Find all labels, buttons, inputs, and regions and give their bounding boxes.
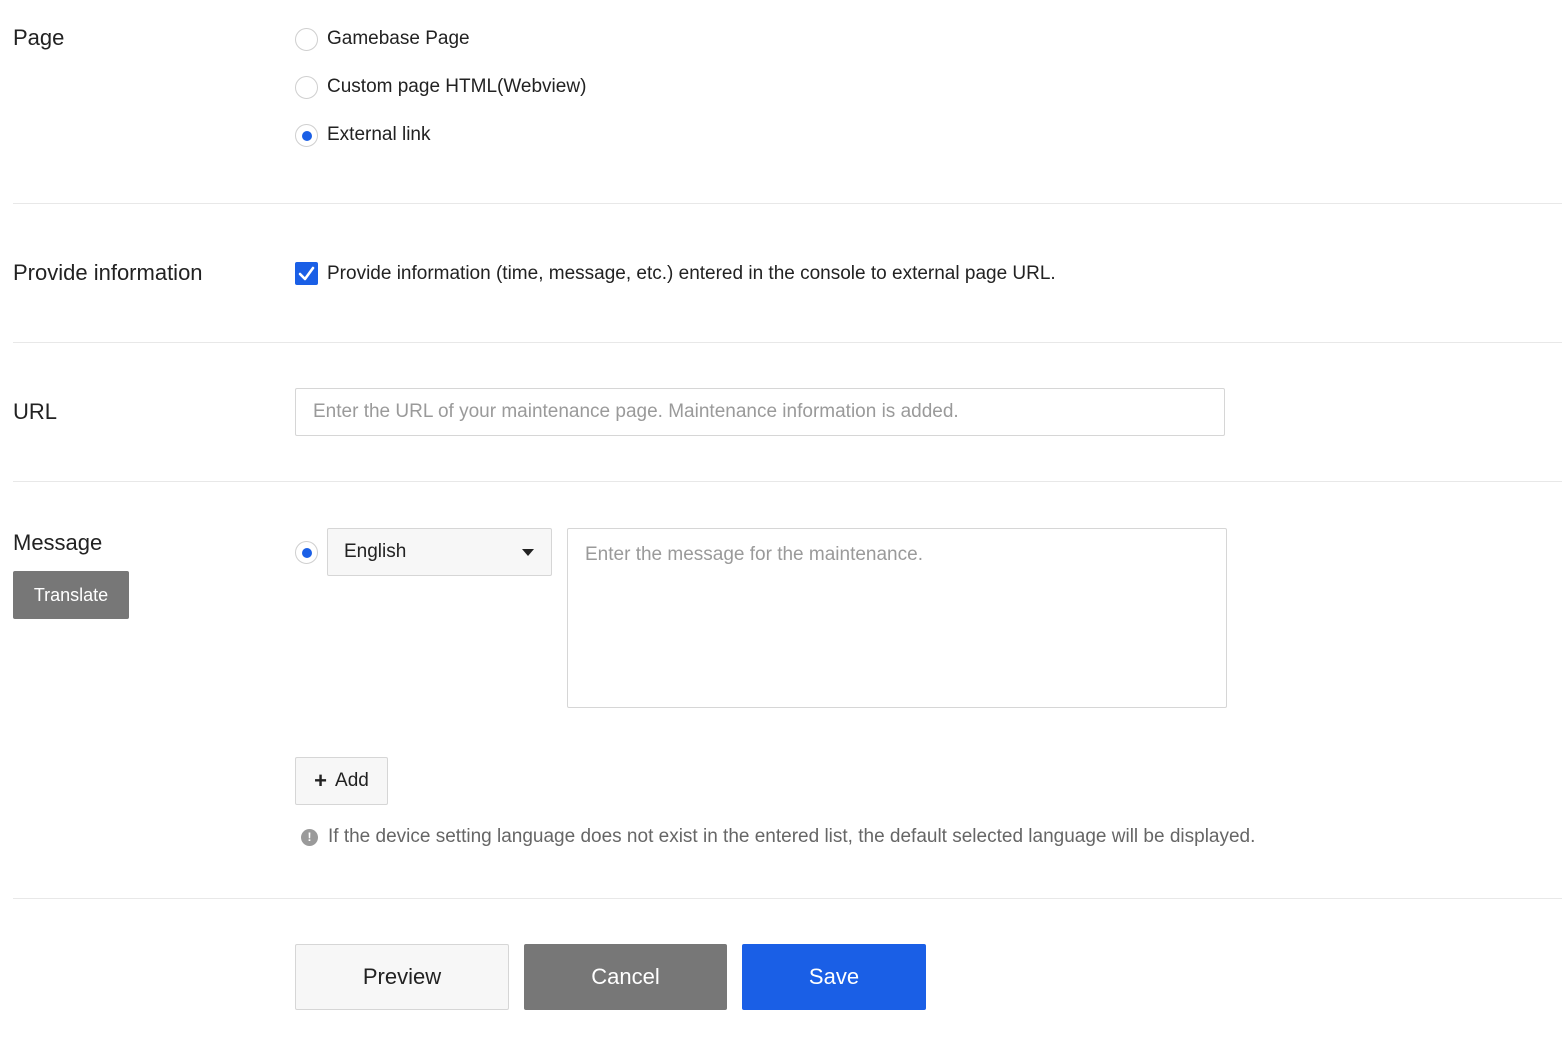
language-select[interactable]: English — [327, 528, 552, 576]
language-select-value: English — [344, 541, 407, 562]
message-textarea[interactable] — [567, 528, 1227, 708]
cancel-button[interactable]: Cancel — [524, 944, 727, 1010]
message-label: Message — [13, 530, 103, 555]
url-label: URL — [13, 399, 58, 424]
provide-info-checkbox[interactable] — [295, 262, 318, 285]
page-label: Page — [13, 25, 65, 50]
plus-icon: + — [314, 768, 328, 793]
page-option-custom-html-label: Custom page HTML(Webview) — [327, 76, 587, 97]
url-input[interactable] — [295, 388, 1225, 436]
radio-button-unchecked[interactable] — [295, 75, 318, 99]
radio-button-checked[interactable] — [295, 123, 318, 147]
provide-info-checkbox-label[interactable]: Provide information (time, message, etc.… — [327, 262, 1056, 286]
exclamation-icon: ! — [301, 828, 318, 846]
preview-button[interactable]: Preview — [295, 944, 509, 1010]
add-language-button[interactable]: + Add — [295, 757, 388, 805]
default-language-radio[interactable] — [295, 541, 318, 564]
page-option-external-link-label: External link — [327, 124, 431, 145]
language-notice: ! If the device setting language does no… — [301, 826, 1255, 848]
page-option-external-link[interactable]: External link — [295, 123, 431, 147]
language-notice-text: If the device setting language does not … — [328, 826, 1256, 847]
checkmark-icon — [298, 266, 315, 281]
page-option-custom-html[interactable]: Custom page HTML(Webview) — [295, 75, 586, 99]
page-option-gamebase[interactable]: Gamebase Page — [295, 27, 470, 51]
provide-info-label: Provide information — [13, 260, 203, 285]
radio-button-unchecked[interactable] — [295, 27, 318, 51]
page-section — [13, 0, 1562, 204]
page-option-gamebase-label: Gamebase Page — [327, 28, 470, 49]
save-button[interactable]: Save — [742, 944, 926, 1010]
add-language-label: Add — [335, 770, 369, 791]
translate-button[interactable]: Translate — [13, 571, 129, 619]
chevron-down-icon — [522, 549, 534, 556]
